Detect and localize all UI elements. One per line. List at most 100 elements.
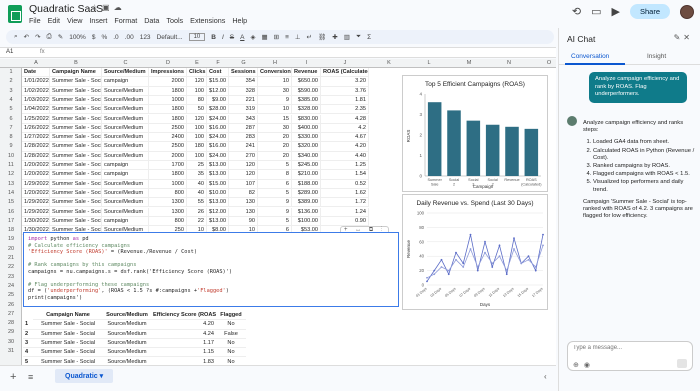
print-icon[interactable]: ⎙: [47, 33, 52, 41]
meet-icon[interactable]: ▶: [612, 5, 620, 18]
table-cell[interactable]: Summer Sale - Social 3: [50, 179, 102, 189]
table-cell[interactable]: $830.00: [292, 114, 321, 124]
table-cell[interactable]: Source/Medium: [102, 142, 149, 152]
table-cell[interactable]: 1/30/2022: [22, 216, 50, 227]
table-cell[interactable]: 2.35: [321, 105, 369, 115]
all-sheets-icon[interactable]: ≡: [28, 372, 33, 382]
row-header[interactable]: 9: [0, 143, 22, 149]
table-cell[interactable]: $188.00: [292, 179, 321, 189]
column-header[interactable]: J: [321, 60, 369, 66]
table-cell[interactable]: Date: [22, 68, 50, 78]
table-cell[interactable]: 1.25: [321, 161, 369, 171]
table-cell[interactable]: Source/Medium: [102, 105, 149, 115]
line-chart[interactable]: Daily Revenue vs. Spend (Last 30 Days) 0…: [402, 194, 548, 310]
row-header[interactable]: 30: [0, 339, 22, 345]
table-cell[interactable]: $320.00: [292, 142, 321, 152]
table-cell[interactable]: 0.90: [321, 216, 369, 227]
table-cell[interactable]: 1.72: [321, 198, 369, 208]
zoom-select[interactable]: 100%: [69, 34, 86, 41]
name-box[interactable]: A1: [6, 49, 13, 55]
table-cell[interactable]: Source/Medium: [102, 86, 149, 96]
table-cell[interactable]: 3.76: [321, 86, 369, 96]
sheet-tab-quadratic[interactable]: Quadratic ▾: [55, 369, 114, 383]
table-cell[interactable]: 1/29/2022: [22, 198, 50, 208]
table-cell[interactable]: 120: [229, 161, 258, 171]
result-cell[interactable]: No: [216, 348, 246, 358]
table-cell[interactable]: 9: [258, 198, 292, 208]
table-cell[interactable]: 100: [187, 123, 207, 134]
valign-icon[interactable]: ⊥: [295, 33, 301, 41]
table-cell[interactable]: 9: [258, 207, 292, 217]
table-cell[interactable]: 1000: [149, 179, 187, 189]
message-input[interactable]: [573, 345, 683, 351]
column-header[interactable]: K: [369, 60, 409, 66]
table-cell[interactable]: 287: [229, 123, 258, 134]
undo-icon[interactable]: ↶: [24, 33, 29, 41]
table-cell[interactable]: 2400: [149, 133, 187, 143]
table-cell[interactable]: 1/28/2022: [22, 142, 50, 152]
table-cell[interactable]: $9.00: [207, 95, 229, 106]
row-header[interactable]: 11: [0, 162, 22, 168]
result-cell[interactable]: No: [216, 339, 246, 349]
table-cell[interactable]: $28.00: [207, 105, 229, 115]
italic-icon[interactable]: I: [222, 34, 224, 41]
table-cell[interactable]: 40: [187, 188, 207, 199]
table-cell[interactable]: 30: [258, 123, 292, 134]
comment-add-icon[interactable]: ✚: [332, 33, 337, 41]
table-cell[interactable]: $400.00: [292, 123, 321, 134]
table-cell[interactable]: 4.67: [321, 133, 369, 143]
table-cell[interactable]: 25: [187, 161, 207, 171]
table-cell[interactable]: $389.00: [292, 198, 321, 208]
menu-data[interactable]: Data: [144, 16, 159, 25]
menu-file[interactable]: File: [29, 16, 41, 25]
table-cell[interactable]: Summer Sale - Social 1: [50, 170, 102, 180]
table-cell[interactable]: $340.00: [292, 151, 321, 161]
table-cell[interactable]: 1000: [149, 95, 187, 106]
row-header[interactable]: 26: [0, 302, 22, 308]
result-cell[interactable]: Source/Medium: [103, 311, 151, 321]
table-cell[interactable]: 1/02/2022: [22, 86, 50, 96]
result-cell[interactable]: Summer Sale - Social: [33, 339, 103, 349]
table-cell[interactable]: Source/Medium: [102, 68, 149, 78]
table-cell[interactable]: 9: [258, 95, 292, 106]
menu-help[interactable]: Help: [232, 16, 247, 25]
column-header[interactable]: D: [149, 60, 187, 66]
table-cell[interactable]: Summer Sale - Social 3: [50, 161, 102, 171]
table-cell[interactable]: 8: [258, 170, 292, 180]
table-cell[interactable]: 130: [229, 198, 258, 208]
row-header[interactable]: 20: [0, 246, 22, 252]
table-cell[interactable]: 2000: [149, 151, 187, 161]
table-cell[interactable]: 82: [229, 188, 258, 199]
table-cell[interactable]: 30: [258, 86, 292, 96]
table-cell[interactable]: 20: [258, 142, 292, 152]
column-header[interactable]: N: [489, 60, 529, 66]
table-cell[interactable]: $24.00: [207, 133, 229, 143]
sheets-logo-icon[interactable]: [8, 5, 22, 23]
table-cell[interactable]: 120: [229, 170, 258, 180]
row-header[interactable]: 7: [0, 125, 22, 131]
row-header[interactable]: 24: [0, 283, 22, 289]
table-cell[interactable]: $100.00: [292, 216, 321, 227]
table-cell[interactable]: Source/Medium: [102, 114, 149, 124]
avatar[interactable]: [680, 4, 694, 19]
table-cell[interactable]: Source/Medium: [102, 188, 149, 199]
chart-icon[interactable]: ▥: [344, 33, 350, 41]
table-cell[interactable]: $289.00: [292, 188, 321, 199]
table-cell[interactable]: Revenue: [292, 68, 321, 78]
result-cell[interactable]: 1.17: [151, 339, 216, 349]
table-cell[interactable]: $328.00: [292, 105, 321, 115]
font-select[interactable]: Default...: [157, 34, 183, 41]
decrease-decimal-button[interactable]: .0: [113, 34, 118, 41]
table-cell[interactable]: Summer Sale - Social 2: [50, 133, 102, 143]
table-cell[interactable]: 22: [187, 216, 207, 227]
result-cell[interactable]: 3: [23, 339, 33, 349]
table-cell[interactable]: $16.00: [207, 123, 229, 134]
menu-extensions[interactable]: Extensions: [190, 16, 225, 25]
table-cell[interactable]: $13.00: [207, 161, 229, 171]
filter-icon[interactable]: ⏷: [356, 33, 361, 41]
table-cell[interactable]: 319: [229, 105, 258, 115]
table-cell[interactable]: 1800: [149, 114, 187, 124]
mic-icon[interactable]: ◉: [584, 362, 595, 369]
column-header[interactable]: E: [187, 60, 207, 66]
table-cell[interactable]: 3.20: [321, 77, 369, 87]
